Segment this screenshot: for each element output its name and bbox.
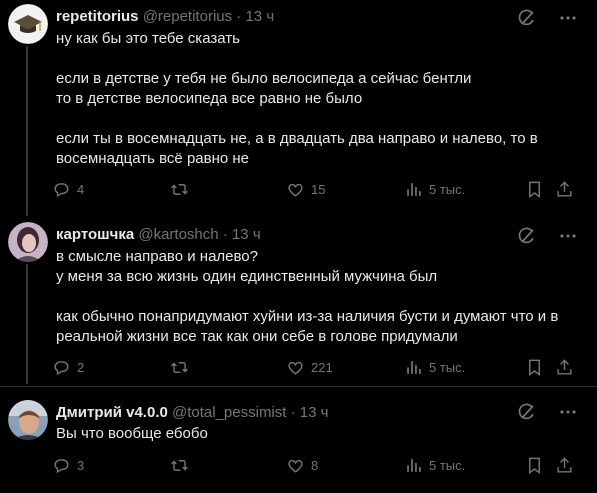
reply-button[interactable]: 2 xyxy=(52,357,84,377)
reply-count: 4 xyxy=(77,181,85,197)
repost-icon xyxy=(171,459,188,471)
post-time[interactable]: 13 ч xyxy=(300,404,329,421)
post-text-line: у меня за всю жизнь один единственный му… xyxy=(56,268,438,285)
bookmark-button[interactable] xyxy=(525,357,544,377)
separator-dot: · xyxy=(222,226,228,243)
like-button[interactable]: 221 xyxy=(286,357,333,377)
views-icon xyxy=(407,360,421,374)
grok-icon[interactable] xyxy=(517,402,537,422)
reply-icon xyxy=(54,182,69,197)
like-count: 15 xyxy=(311,181,326,197)
bookmark-button[interactable] xyxy=(525,179,544,199)
like-count: 8 xyxy=(311,457,319,473)
share-icon xyxy=(557,180,572,197)
post-text-line: если ты в восемнадцать не, а в двадцать … xyxy=(56,130,538,147)
bookmark-icon xyxy=(529,359,540,376)
reply-button[interactable]: 3 xyxy=(52,455,84,475)
views-count: 5 тыс. xyxy=(429,359,466,375)
like-button[interactable]: 15 xyxy=(286,179,325,199)
share-button[interactable] xyxy=(555,179,574,199)
author-name[interactable]: repetitorius xyxy=(56,8,139,25)
author-handle[interactable]: @repetitorius xyxy=(143,8,232,25)
reply-count: 3 xyxy=(77,457,85,473)
post-header: картошчка @kartoshch · 13 ч xyxy=(56,226,261,244)
reply-icon xyxy=(54,360,69,375)
post-time[interactable]: 13 ч xyxy=(232,226,261,243)
post-text-line: если в детстве у тебя не было велосипеда… xyxy=(56,70,472,87)
post-text-line: Вы что вообще ебобо xyxy=(56,425,208,442)
grok-icon[interactable] xyxy=(517,226,537,246)
post-text: в смысле направо и налево? у меня за всю… xyxy=(56,247,558,347)
action-bar: 4 15 5 тыс. xyxy=(54,179,576,199)
post[interactable]: картошчка @kartoshch · 13 ч в смысле нап… xyxy=(0,218,597,385)
post-header: Дмитрий v4.0.0 @total_pessimist · 13 ч xyxy=(56,404,328,422)
post-text-line: то в детстве велосипеда все равно не был… xyxy=(56,90,363,107)
post[interactable]: repetitorius @repetitorius · 13 ч ну как… xyxy=(0,0,597,210)
views-icon xyxy=(407,182,421,196)
share-button[interactable] xyxy=(555,357,574,377)
action-bar: 3 8 5 тыс. xyxy=(54,455,576,475)
repost-button[interactable] xyxy=(170,179,195,199)
post-text-line: как обычно понапридумают хуйни из-за нал… xyxy=(56,308,559,325)
grok-icon[interactable] xyxy=(517,8,537,28)
post-header: repetitorius @repetitorius · 13 ч xyxy=(56,8,274,26)
views-button[interactable]: 5 тыс. xyxy=(404,455,465,475)
avatar[interactable] xyxy=(8,4,48,44)
heart-icon xyxy=(288,361,303,375)
post-text: Вы что вообще ебобо xyxy=(56,424,208,444)
post-text-line: восемнадцать всё равно не xyxy=(56,150,250,167)
repost-icon xyxy=(171,183,188,195)
bookmark-icon xyxy=(529,181,540,198)
author-name[interactable]: картошчка xyxy=(56,226,134,243)
views-button[interactable]: 5 тыс. xyxy=(404,357,465,377)
post-text-line: ну как бы это тебе сказать xyxy=(56,30,240,47)
repost-icon xyxy=(171,361,188,373)
views-icon xyxy=(407,458,421,472)
post-text: ну как бы это тебе сказать если в детств… xyxy=(56,29,538,169)
reply-button[interactable]: 4 xyxy=(52,179,84,199)
like-count: 221 xyxy=(311,359,333,375)
post-time[interactable]: 13 ч xyxy=(245,8,274,25)
reply-count: 2 xyxy=(77,359,85,375)
views-button[interactable]: 5 тыс. xyxy=(404,179,465,199)
post-divider xyxy=(0,386,597,387)
like-button[interactable]: 8 xyxy=(286,455,318,475)
post-text-line: в смысле направо и налево? xyxy=(56,248,258,265)
bookmark-icon xyxy=(529,457,540,474)
share-button[interactable] xyxy=(555,455,574,475)
action-bar: 2 221 5 тыс. xyxy=(54,357,576,377)
reply-icon xyxy=(54,458,69,473)
views-count: 5 тыс. xyxy=(429,181,466,197)
separator-dot: · xyxy=(290,404,296,421)
post-text-line: реальной жизни все так как они себе в го… xyxy=(56,328,458,345)
more-icon[interactable] xyxy=(558,8,578,28)
repost-button[interactable] xyxy=(170,455,195,475)
separator-dot: · xyxy=(236,8,242,25)
heart-icon xyxy=(288,183,303,197)
repost-button[interactable] xyxy=(170,357,195,377)
avatar[interactable] xyxy=(8,400,48,440)
more-icon[interactable] xyxy=(558,226,578,246)
author-handle[interactable]: @kartoshch xyxy=(138,226,218,243)
author-name[interactable]: Дмитрий v4.0.0 xyxy=(56,404,168,421)
heart-icon xyxy=(288,459,303,473)
author-handle[interactable]: @total_pessimist xyxy=(172,404,286,421)
post[interactable]: Дмитрий v4.0.0 @total_pessimist · 13 ч В… xyxy=(0,392,597,493)
share-icon xyxy=(557,358,572,375)
share-icon xyxy=(557,456,572,473)
bookmark-button[interactable] xyxy=(525,455,544,475)
views-count: 5 тыс. xyxy=(429,457,466,473)
avatar[interactable] xyxy=(8,222,48,262)
more-icon[interactable] xyxy=(558,402,578,422)
